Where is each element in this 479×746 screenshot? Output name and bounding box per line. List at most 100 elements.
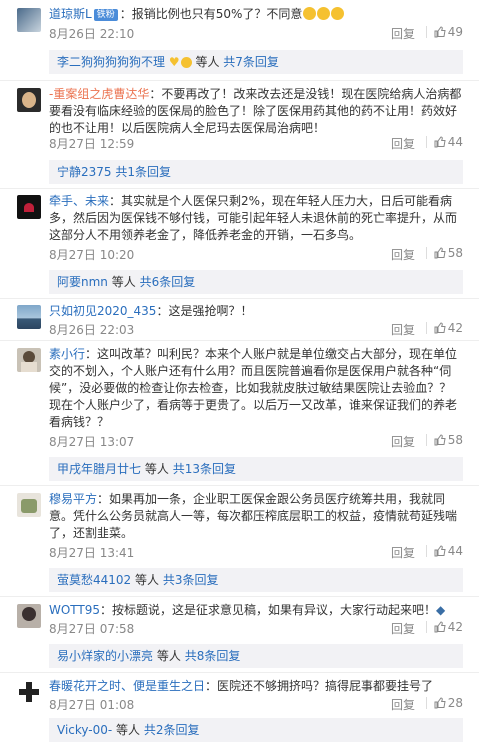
comment-username[interactable]: 牵手、未来 <box>49 194 109 208</box>
avatar[interactable] <box>17 195 41 219</box>
sub-reply-text: 等人 <box>111 275 136 289</box>
comment-meta: 8月26日 22:03 回复 42 <box>49 321 463 337</box>
divider <box>0 485 479 486</box>
comment-text-block: 穆易平方：如果再加一条，企业职工医保金跟公务员医疗统筹共用，我就同意。凭什么公务… <box>49 491 463 542</box>
like-button[interactable]: 42 <box>434 620 463 634</box>
comment-time: 8月27日 10:20 <box>49 248 135 262</box>
sub-replies-summary[interactable]: 易小烊家的小漂亮 等人 共8条回复 <box>49 644 463 668</box>
like-count: 28 <box>447 696 463 710</box>
sub-reply-username[interactable]: 萤莫愁44102 <box>57 573 131 587</box>
like-button[interactable]: 49 <box>434 25 463 39</box>
avatar[interactable] <box>17 8 41 32</box>
avatar[interactable] <box>17 493 41 517</box>
comment-username[interactable]: 道琼斯L <box>49 7 92 21</box>
avatar[interactable] <box>17 604 41 628</box>
reply-button[interactable]: 回复 <box>391 25 415 42</box>
divider <box>0 596 479 597</box>
divider <box>426 136 427 148</box>
view-replies-link[interactable]: 共7条回复 <box>223 55 279 69</box>
comment-text: ：如果再加一条，企业职工医保金跟公务员医疗统筹共用，我就同意。凭什么公务员就高人… <box>49 492 458 540</box>
thumbs-up-icon <box>434 697 446 709</box>
comment-username[interactable]: 春暖花开之时、便是重生之日 <box>49 679 205 693</box>
comment-username[interactable]: 素小行 <box>49 347 85 361</box>
comment-text: ：医院还不够拥挤吗？搞得屁事都要挂号了 <box>205 679 434 693</box>
reply-button[interactable]: 回复 <box>391 620 415 637</box>
like-button[interactable]: 44 <box>434 544 463 558</box>
comment-time: 8月27日 13:41 <box>49 546 135 560</box>
comment-username[interactable]: -重案组之虎曹达华 <box>49 87 149 101</box>
fan-badge: 铁粉 <box>93 9 118 21</box>
view-replies-link[interactable]: 共2条回复 <box>144 723 200 737</box>
divider <box>426 697 427 709</box>
comment-text: ：这是强抢啊？！ <box>156 304 253 318</box>
reply-button[interactable]: 回复 <box>391 246 415 263</box>
thumbs-up-icon <box>434 545 446 557</box>
comment-meta: 8月27日 13:07 回复 58 <box>49 433 463 449</box>
cry-emoji-icon <box>331 7 345 20</box>
divider <box>0 672 479 673</box>
avatar[interactable] <box>17 680 41 704</box>
like-count: 42 <box>447 321 463 335</box>
comment-text-block: WOTT95：按标题说，这是征求意见稿，如果有异议，大家行动起来吧！◆ <box>49 602 463 619</box>
divider <box>426 26 427 38</box>
sub-reply-text: 等人 <box>116 723 141 737</box>
comment-time: 8月27日 07:58 <box>49 622 135 636</box>
view-replies-link[interactable]: 共1条回复 <box>115 165 171 179</box>
sub-reply-text: 等人 <box>135 573 160 587</box>
divider <box>0 340 479 341</box>
comment-time: 8月27日 13:07 <box>49 435 135 449</box>
comment-meta: 8月26日 22:10 回复 49 <box>49 25 463 41</box>
comment-meta: 8月27日 07:58 回复 42 <box>49 620 463 636</box>
sub-reply-username[interactable]: 李二狗狗狗狗狗不理 <box>57 55 165 69</box>
view-replies-link[interactable]: 共6条回复 <box>140 275 196 289</box>
view-replies-link[interactable]: 共8条回复 <box>185 649 241 663</box>
divider <box>0 188 479 189</box>
view-replies-link[interactable]: 共13条回复 <box>173 462 236 476</box>
reply-button[interactable]: 回复 <box>391 433 415 450</box>
view-replies-link[interactable]: 共3条回复 <box>163 573 219 587</box>
sub-reply-username[interactable]: 易小烊家的小漂亮 <box>57 649 153 663</box>
comment-meta: 8月27日 13:41 回复 44 <box>49 544 463 560</box>
like-button[interactable]: 58 <box>434 246 463 260</box>
thumbs-up-icon <box>434 621 446 633</box>
reply-button[interactable]: 回复 <box>391 544 415 561</box>
sub-replies-summary[interactable]: 甲戌年腊月廿七 等人 共13条回复 <box>49 457 463 481</box>
comment-time: 8月26日 22:10 <box>49 27 135 41</box>
avatar[interactable] <box>17 348 41 372</box>
divider <box>426 545 427 557</box>
like-button[interactable]: 58 <box>434 433 463 447</box>
thumbs-up-icon <box>434 136 446 148</box>
divider <box>0 298 479 299</box>
like-button[interactable]: 42 <box>434 321 463 335</box>
comment-text: ：报销比例也只有50%了？不同意 <box>119 7 303 21</box>
sub-reply-text: 等人 <box>195 55 220 69</box>
like-button[interactable]: 28 <box>434 696 463 710</box>
comment-username[interactable]: 只如初见2020_435 <box>49 304 156 318</box>
avatar[interactable] <box>17 305 41 329</box>
reply-button[interactable]: 回复 <box>391 696 415 713</box>
sub-replies-summary[interactable]: 阿要nmn 等人 共6条回复 <box>49 270 463 294</box>
cry-emoji-icon <box>317 7 331 20</box>
thumbs-up-icon <box>434 322 446 334</box>
divider <box>426 322 427 334</box>
divider <box>0 80 479 81</box>
like-count: 58 <box>447 246 463 260</box>
comment-text: ：按标题说，这是征求意见稿，如果有异议，大家行动起来吧！ <box>100 603 437 617</box>
sub-replies-summary[interactable]: 宁静2375 共1条回复 <box>49 160 463 184</box>
sub-replies-summary[interactable]: 李二狗狗狗狗狗不理 ♥ 等人 共7条回复 <box>49 50 463 74</box>
sub-reply-username[interactable]: 宁静2375 <box>57 165 112 179</box>
sub-replies-summary[interactable]: 萤莫愁44102 等人 共3条回复 <box>49 568 463 592</box>
sub-reply-username[interactable]: 甲戌年腊月廿七 <box>57 462 141 476</box>
comment-time: 8月27日 12:59 <box>49 137 135 151</box>
sub-replies-summary[interactable]: Vicky-00- 等人 共2条回复 <box>49 718 463 742</box>
like-count: 49 <box>447 25 463 39</box>
reply-button[interactable]: 回复 <box>391 135 415 152</box>
like-button[interactable]: 44 <box>434 135 463 149</box>
comment-username[interactable]: WOTT95 <box>49 603 100 617</box>
sub-reply-username[interactable]: Vicky-00- <box>57 723 112 737</box>
reply-button[interactable]: 回复 <box>391 321 415 338</box>
avatar[interactable] <box>17 88 41 112</box>
sub-reply-username[interactable]: 阿要nmn <box>57 275 108 289</box>
comment-text-block: 素小行：这叫改革？叫利民？本来个人账户就是单位缴交占大部分，现在单位交的不划入，… <box>49 346 463 431</box>
comment-username[interactable]: 穆易平方 <box>49 492 97 506</box>
